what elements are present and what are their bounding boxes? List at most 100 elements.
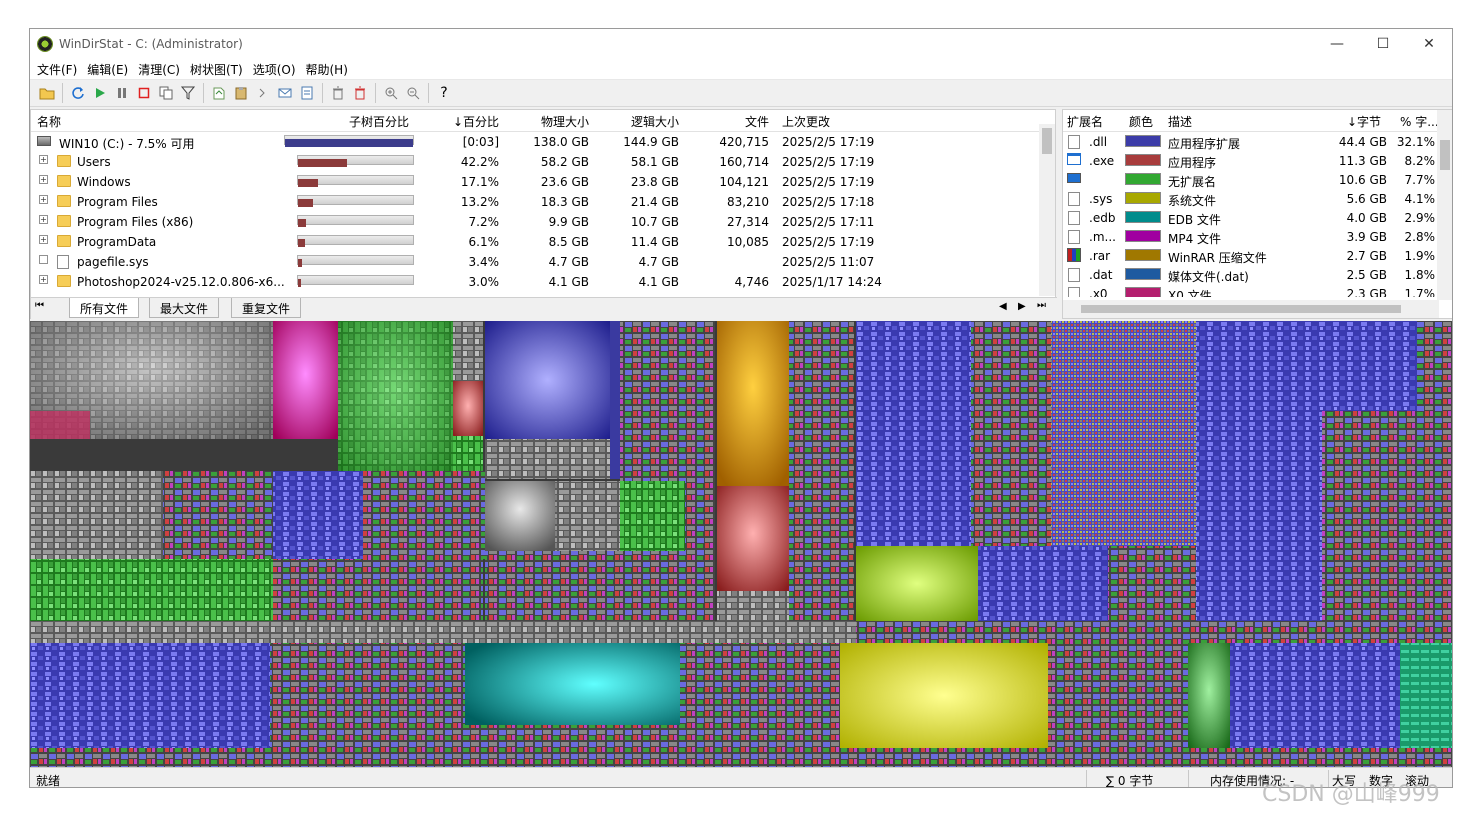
col-subtree[interactable]: 子树百分比 bbox=[349, 113, 409, 130]
tab-largest-files[interactable]: 最大文件 bbox=[149, 298, 220, 318]
refresh-icon[interactable] bbox=[67, 82, 89, 104]
ext-row[interactable]: .dll 应用程序扩展 44.4 GB 32.1% bbox=[1063, 132, 1452, 151]
explorer-icon[interactable] bbox=[208, 82, 230, 104]
tree-row[interactable]: + Program Files (x86) 7.2% 9.9 GB 10.7 GB 27,… bbox=[31, 212, 1055, 232]
treemap-cell[interactable] bbox=[1400, 643, 1453, 748]
treemap-cell[interactable] bbox=[30, 748, 1453, 767]
ext-vscroll-thumb[interactable] bbox=[1440, 140, 1450, 170]
treemap-cell[interactable] bbox=[685, 481, 715, 621]
ext-row[interactable]: .sys 系统文件 5.6 GB 4.1% bbox=[1063, 189, 1452, 208]
treemap-cell[interactable] bbox=[1196, 321, 1322, 476]
expand-icon[interactable]: + bbox=[39, 175, 48, 184]
stop-icon[interactable] bbox=[133, 82, 155, 104]
col-files[interactable]: 文件 bbox=[745, 113, 769, 130]
ext-row[interactable]: .dat 媒体文件(.dat) 2.5 GB 1.8% bbox=[1063, 265, 1452, 284]
treemap-cell[interactable] bbox=[971, 321, 1051, 546]
treemap-cell[interactable] bbox=[1322, 411, 1417, 621]
treemap-cell[interactable] bbox=[680, 643, 840, 725]
pause-icon[interactable] bbox=[111, 82, 133, 104]
tab-next-icon[interactable]: ▶ bbox=[1018, 301, 1026, 312]
col-bytes[interactable]: ↓字节 bbox=[1347, 113, 1381, 130]
treemap-cell[interactable] bbox=[1048, 643, 1188, 748]
treemap-cell[interactable] bbox=[717, 591, 789, 621]
treemap-cell[interactable] bbox=[30, 643, 270, 748]
treemap-cell[interactable] bbox=[363, 471, 485, 559]
email-icon[interactable] bbox=[274, 82, 296, 104]
expand-icon[interactable]: + bbox=[39, 275, 48, 284]
tab-all-files[interactable]: 所有文件 bbox=[69, 298, 140, 318]
tree-vscroll-thumb[interactable] bbox=[1042, 128, 1052, 154]
menu-help[interactable]: 帮助(H) bbox=[301, 61, 353, 78]
open-icon[interactable] bbox=[36, 82, 58, 104]
recycle-icon[interactable] bbox=[327, 82, 349, 104]
col-name[interactable]: 名称 bbox=[37, 113, 61, 130]
treemap-cell[interactable] bbox=[1417, 321, 1453, 621]
treemap-cell[interactable] bbox=[555, 481, 620, 551]
expand-icon[interactable]: + bbox=[39, 235, 48, 244]
treemap-cell[interactable] bbox=[1196, 476, 1322, 621]
menu-treemap[interactable]: 树状图(T) bbox=[185, 61, 248, 78]
treemap-cell[interactable] bbox=[1230, 643, 1400, 748]
treemap-cell[interactable] bbox=[717, 486, 789, 591]
play-icon[interactable] bbox=[89, 82, 111, 104]
treemap-cell[interactable] bbox=[856, 546, 978, 621]
ext-row[interactable]: .x0 X0 文件 2.3 GB 1.7% bbox=[1063, 284, 1452, 297]
treemap-cell[interactable] bbox=[485, 439, 610, 479]
menu-file[interactable]: 文件(F) bbox=[32, 61, 82, 78]
treemap-cell[interactable] bbox=[1051, 321, 1196, 546]
ext-hscroll[interactable] bbox=[1063, 300, 1439, 318]
menu-options[interactable]: 选项(O) bbox=[248, 61, 301, 78]
treemap-cell[interactable] bbox=[789, 321, 824, 621]
tab-last-icon[interactable]: ⏭ bbox=[1037, 300, 1046, 311]
treemap-cell[interactable] bbox=[485, 321, 610, 439]
tree-row[interactable]: WIN10 (C:) - 7.5% 可用 [0:03] 138.0 GB 144.9 … bbox=[31, 132, 1055, 152]
treemap-cell[interactable] bbox=[717, 321, 789, 486]
col-logical[interactable]: 逻辑大小 bbox=[631, 113, 679, 130]
ext-row[interactable]: .edb EDB 文件 4.0 GB 2.9% bbox=[1063, 208, 1452, 227]
treemap-cell[interactable] bbox=[30, 559, 273, 621]
treemap-cell[interactable] bbox=[620, 321, 685, 481]
expand-icon[interactable]: + bbox=[39, 155, 48, 164]
treemap-cell[interactable] bbox=[685, 321, 715, 481]
treemap-cell[interactable] bbox=[163, 471, 273, 559]
zoom-in-icon[interactable] bbox=[380, 82, 402, 104]
expand-icon[interactable] bbox=[39, 255, 48, 264]
menu-edit[interactable]: 编辑(E) bbox=[82, 61, 133, 78]
zoom-out-icon[interactable] bbox=[402, 82, 424, 104]
treemap-cell[interactable] bbox=[270, 643, 465, 748]
maximize-icon[interactable]: ☐ bbox=[1360, 29, 1406, 59]
col-physical[interactable]: 物理大小 bbox=[541, 113, 589, 130]
treemap-cell[interactable] bbox=[1188, 643, 1230, 748]
treemap-canvas[interactable] bbox=[30, 321, 1453, 767]
cmd-icon[interactable] bbox=[252, 82, 274, 104]
treemap-cell[interactable] bbox=[30, 411, 90, 439]
treemap-cell[interactable] bbox=[978, 546, 1108, 621]
treemap-cell[interactable] bbox=[273, 559, 483, 621]
expand-icon[interactable]: + bbox=[39, 195, 48, 204]
ext-row[interactable]: 无扩展名 10.6 GB 7.7% bbox=[1063, 170, 1452, 189]
ext-row[interactable]: .rar WinRAR 压缩文件 2.7 GB 1.9% bbox=[1063, 246, 1452, 265]
col-color[interactable]: 颜色 bbox=[1129, 113, 1153, 130]
clipboard-icon[interactable] bbox=[230, 82, 252, 104]
treemap-cell[interactable] bbox=[453, 436, 483, 471]
col-pct[interactable]: % 字... bbox=[1400, 113, 1439, 130]
tab-first-icon[interactable]: ⏮ bbox=[35, 300, 44, 311]
treemap-cell[interactable] bbox=[620, 481, 685, 551]
tree-row[interactable]: + Users 42.2% 58.2 GB 58.1 GB 160,714 2025/2/5… bbox=[31, 152, 1055, 172]
col-modified[interactable]: 上次更改 bbox=[782, 113, 830, 130]
filter-icon[interactable] bbox=[177, 82, 199, 104]
expand-icon[interactable]: + bbox=[39, 215, 48, 224]
tab-duplicate-files[interactable]: 重复文件 bbox=[231, 298, 302, 318]
tree-vscroll[interactable] bbox=[1039, 124, 1055, 296]
tree-row[interactable]: + Windows 17.1% 23.6 GB 23.8 GB 104,121 2025/2… bbox=[31, 172, 1055, 192]
col-desc[interactable]: 描述 bbox=[1168, 113, 1192, 130]
treemap-cell[interactable] bbox=[1322, 321, 1417, 411]
treemap-cell[interactable] bbox=[273, 321, 338, 439]
ext-vscroll[interactable] bbox=[1437, 110, 1452, 300]
help-icon[interactable]: ? bbox=[433, 82, 455, 104]
delete-icon[interactable] bbox=[349, 82, 371, 104]
treemap-cell[interactable] bbox=[1108, 546, 1196, 621]
menu-clean[interactable]: 清理(C) bbox=[133, 61, 185, 78]
treemap-cell[interactable] bbox=[453, 321, 483, 381]
col-ext[interactable]: 扩展名 bbox=[1067, 113, 1103, 130]
